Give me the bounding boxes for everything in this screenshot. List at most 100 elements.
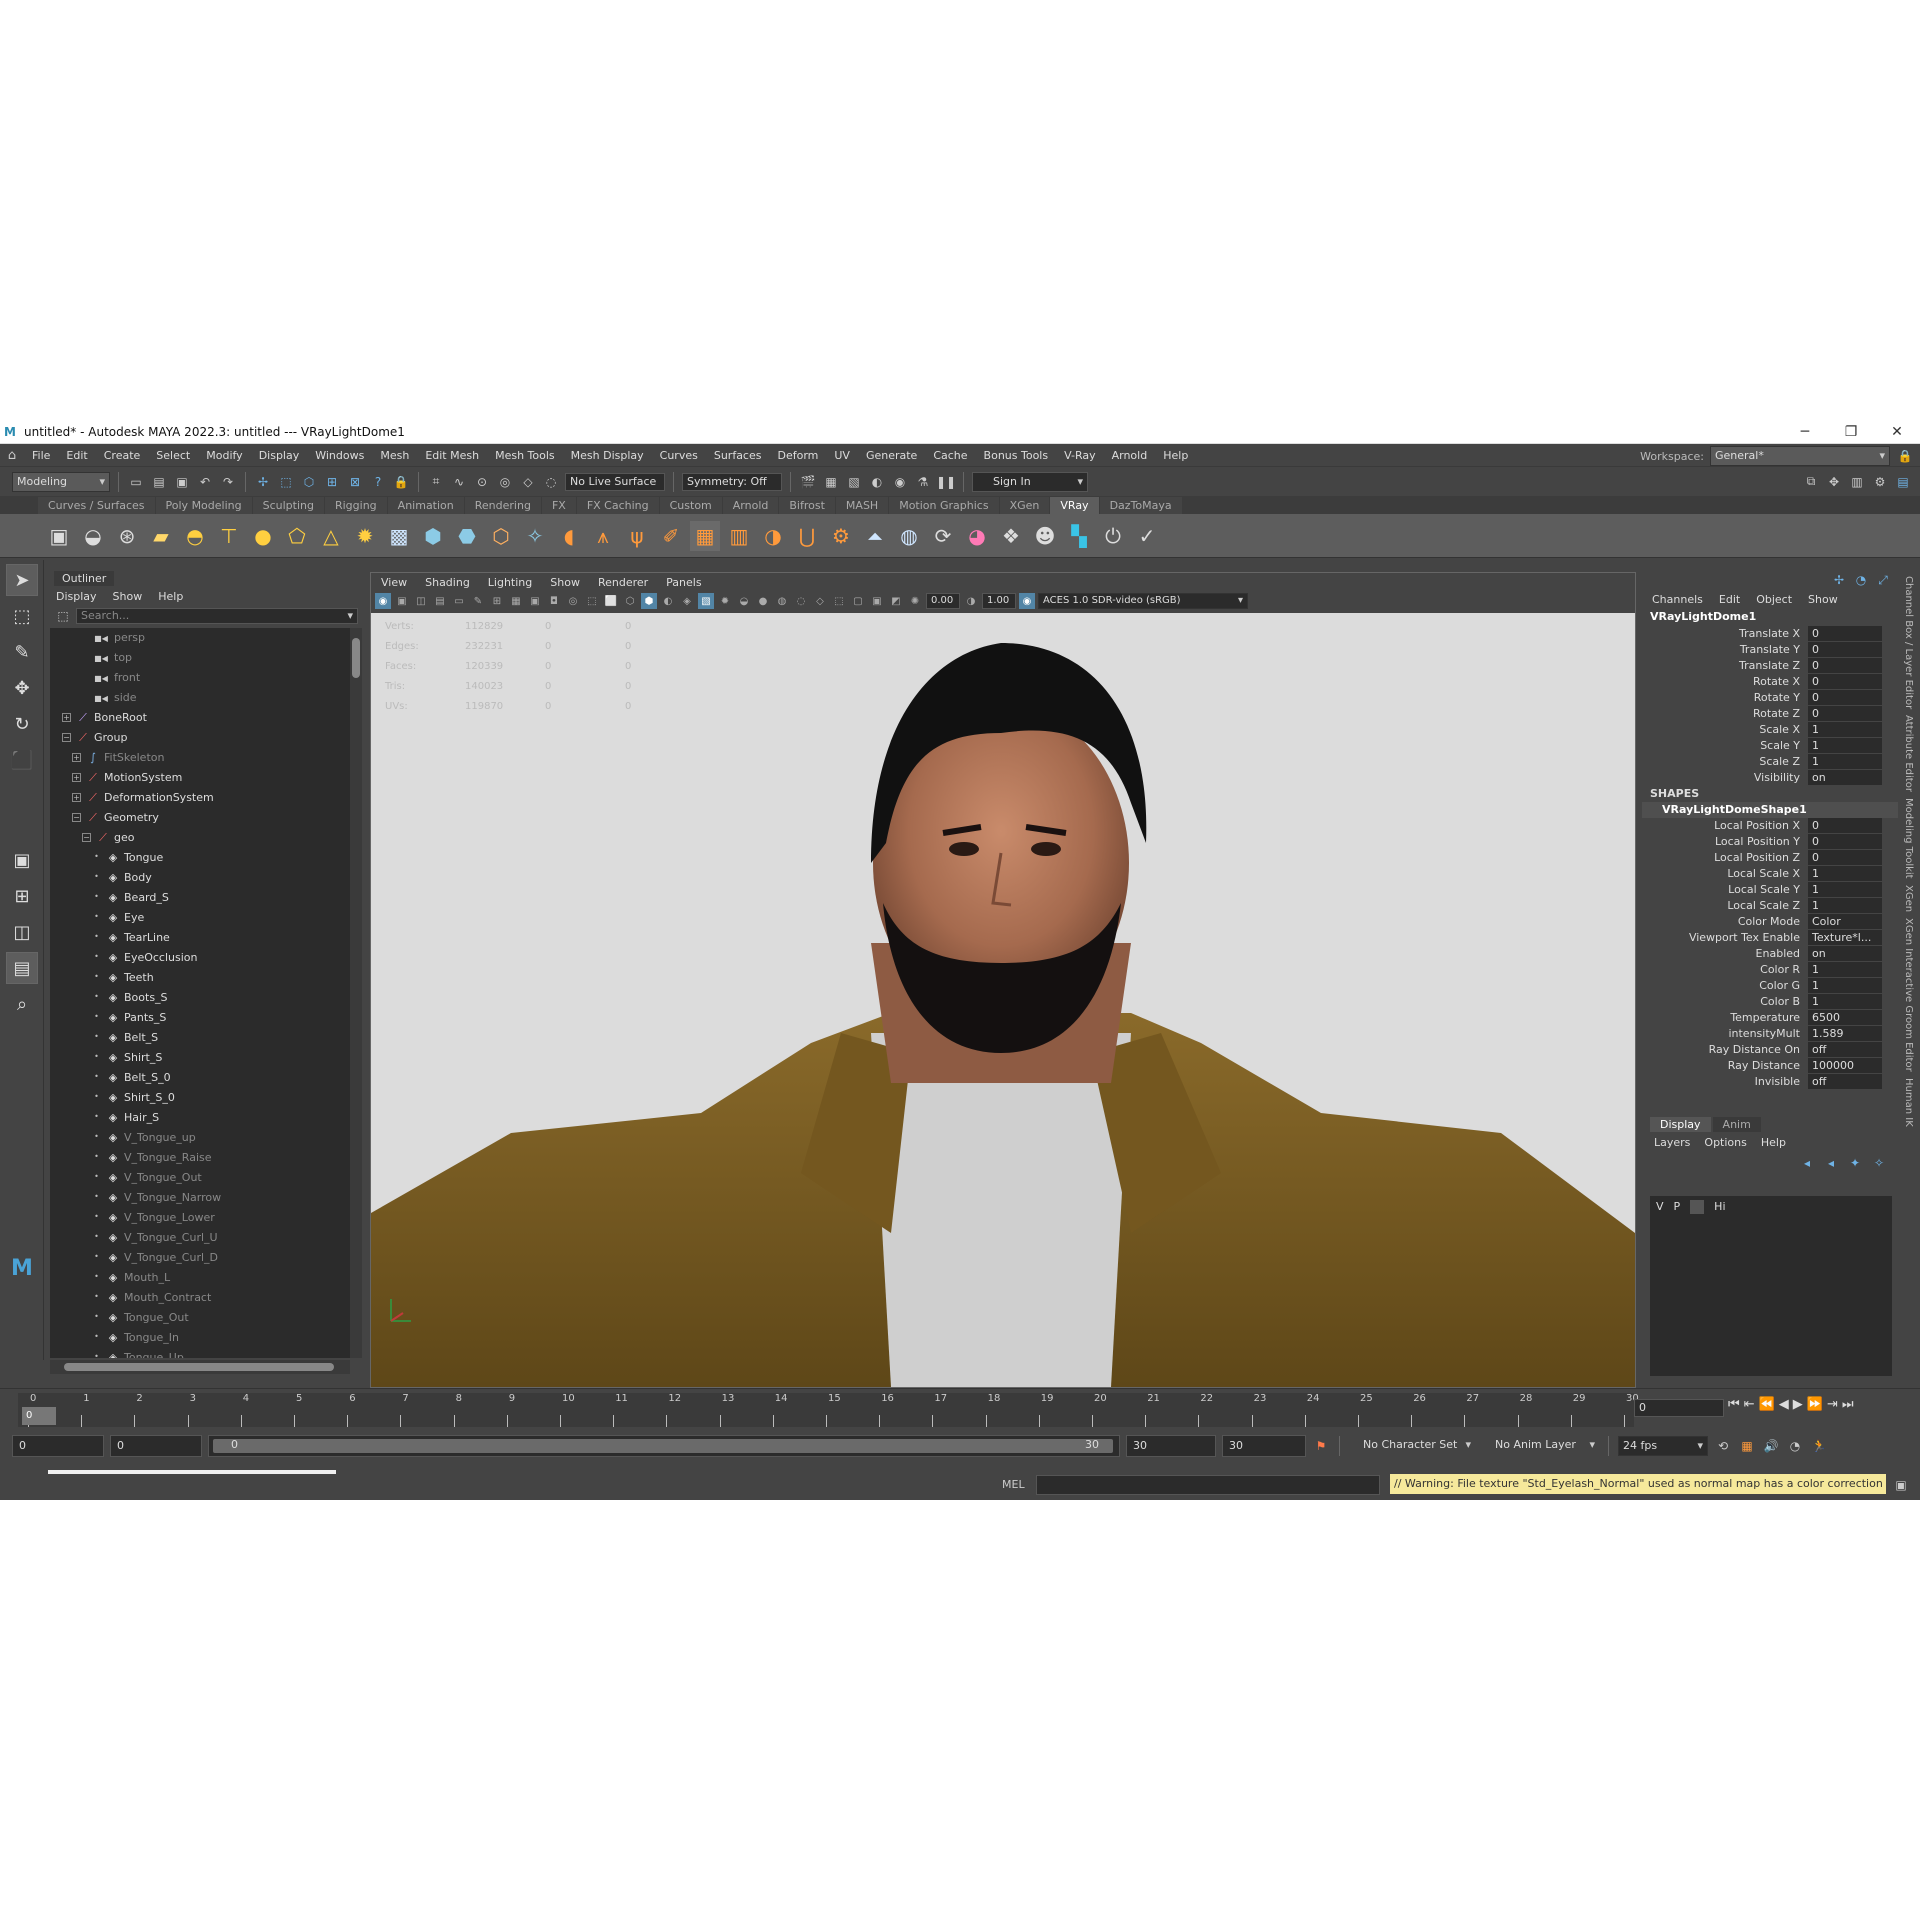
time-slider-track[interactable]: 0 1 2 3 4 5 6 7 8 9 10 11 12 13 14 15 16 17 18 19 20 21 22 23 24… <box>18 1393 1639 1427</box>
shelf-tab-fx-caching[interactable]: FX Caching <box>576 497 659 514</box>
shadows-icon[interactable]: ◒ <box>736 593 752 609</box>
render-frame-icon[interactable]: 🎬 <box>799 473 817 491</box>
live-surface-field[interactable]: No Live Surface <box>565 472 665 491</box>
viewport-menu-lighting[interactable]: Lighting <box>488 576 532 589</box>
attribute-name[interactable]: Color G <box>1642 978 1808 994</box>
side-tab-attribute-editor[interactable]: Attribute Editor <box>1903 715 1914 792</box>
step-forward-key-icon[interactable]: ⇥ <box>1827 1397 1838 1412</box>
move-tool-icon[interactable]: ✥ <box>6 672 38 704</box>
xray-icon[interactable]: ▢ <box>850 593 866 609</box>
view-transform-dropdown[interactable]: ACES 1.0 SDR-video (sRGB) <box>1038 593 1248 609</box>
textured-icon[interactable]: ▧ <box>698 593 714 609</box>
go-to-end-icon[interactable]: ⏭ <box>1842 1397 1854 1412</box>
gamma-icon[interactable]: ◑ <box>963 593 979 609</box>
dome-light-icon[interactable]: ◓ <box>180 521 210 551</box>
xray-joints-icon[interactable]: ◩ <box>888 593 904 609</box>
select-hierarchy-icon[interactable]: ✢ <box>254 473 272 491</box>
playback-start-field[interactable]: 0 <box>110 1435 202 1457</box>
expand-toggle-icon[interactable]: • <box>92 1093 101 1102</box>
outliner-item[interactable]: • ◈ Boots_S <box>50 988 350 1008</box>
vray-mesh-icon[interactable]: ⬣ <box>452 521 482 551</box>
menu-help[interactable]: Help <box>1155 449 1196 462</box>
side-tab-xgen[interactable]: XGen <box>1903 885 1914 912</box>
anti-aliasing-icon[interactable]: ◌ <box>793 593 809 609</box>
expand-toggle-icon[interactable]: • <box>92 1173 101 1182</box>
side-tab-human-ik[interactable]: Human IK <box>1903 1078 1914 1127</box>
single-pane-icon[interactable]: ▣ <box>6 844 38 876</box>
expand-toggle-icon[interactable]: • <box>92 973 101 982</box>
mask-icon[interactable]: ⊠ <box>346 473 364 491</box>
image-plane-icon[interactable]: ▤ <box>432 593 448 609</box>
attribute-row[interactable]: Scale Z1 <box>1642 754 1898 770</box>
attribute-row[interactable]: Rotate Z0 <box>1642 706 1898 722</box>
snap-point-icon[interactable]: ⊙ <box>473 473 491 491</box>
film-gate-icon[interactable]: ▦ <box>508 593 524 609</box>
expand-toggle-icon[interactable]: • <box>92 893 101 902</box>
attribute-value[interactable]: 0 <box>1808 706 1882 721</box>
lasso-tool-icon[interactable]: ⬚ <box>6 600 38 632</box>
layer-visibility-toggle[interactable]: V <box>1656 1200 1664 1214</box>
outliner-item[interactable]: • ◈ V_Tongue_up <box>50 1128 350 1148</box>
animation-end-field[interactable]: 30 <box>1222 1435 1306 1457</box>
layer-menu-layers[interactable]: Layers <box>1654 1136 1690 1149</box>
outliner-menu-display[interactable]: Display <box>56 590 97 603</box>
scroll-thumb[interactable] <box>64 1363 334 1371</box>
step-forward-frame-icon[interactable]: ⏩ <box>1807 1397 1823 1412</box>
attribute-name[interactable]: Translate Y <box>1642 642 1808 658</box>
rect-light-icon[interactable]: ▩ <box>384 521 414 551</box>
command-input[interactable] <box>1036 1475 1380 1495</box>
run-icon[interactable]: 🏃 <box>1810 1437 1828 1455</box>
ipr-render-icon[interactable]: ▦ <box>822 473 840 491</box>
select-component-icon[interactable]: ⬡ <box>300 473 318 491</box>
exposure-icon[interactable]: ✺ <box>907 593 923 609</box>
attribute-name[interactable]: Color R <box>1642 962 1808 978</box>
modeling-toolkit-icon[interactable]: ⧉ <box>1802 473 1820 491</box>
range-track[interactable]: 0 30 <box>208 1435 1120 1457</box>
attribute-value[interactable]: 1 <box>1808 994 1882 1009</box>
step-back-frame-icon[interactable]: ⏪ <box>1759 1397 1775 1412</box>
attribute-name[interactable]: Ray Distance On <box>1642 1042 1808 1058</box>
snap-grid-icon[interactable]: ⌗ <box>427 473 445 491</box>
gate-mask-icon[interactable]: ◘ <box>546 593 562 609</box>
screen-space-ao-icon[interactable]: ● <box>755 593 771 609</box>
new-layer-selected-icon[interactable]: ✧ <box>1870 1154 1888 1172</box>
bookmark-icon[interactable]: ◫ <box>413 593 429 609</box>
shelf-tab-poly-modeling[interactable]: Poly Modeling <box>155 497 252 514</box>
vray-plugin-icon[interactable]: ⏻ <box>1098 521 1128 551</box>
fps-dropdown[interactable]: 24 fps <box>1618 1436 1708 1456</box>
attribute-name[interactable]: Ray Distance <box>1642 1058 1808 1074</box>
shelf-tab-rendering[interactable]: Rendering <box>464 497 541 514</box>
shelf-tab-vray[interactable]: VRay <box>1050 497 1099 514</box>
shelf-tab-arnold[interactable]: Arnold <box>722 497 779 514</box>
outliner-menu-help[interactable]: Help <box>158 590 183 603</box>
menu-generate[interactable]: Generate <box>858 449 925 462</box>
layer-color-swatch[interactable] <box>1690 1200 1705 1214</box>
layer-playback-toggle[interactable]: P <box>1674 1200 1681 1214</box>
attribute-row[interactable]: Translate Z0 <box>1642 658 1898 674</box>
outliner-item[interactable]: • ◈ Teeth <box>50 968 350 988</box>
attribute-name[interactable]: Local Scale Y <box>1642 882 1808 898</box>
attribute-row[interactable]: Scale X1 <box>1642 722 1898 738</box>
smooth-shade-icon[interactable]: ⬢ <box>641 593 657 609</box>
minimize-button[interactable]: ─ <box>1782 420 1828 444</box>
menu-surfaces[interactable]: Surfaces <box>706 449 770 462</box>
outliner-item[interactable]: − ⟋ geo <box>50 828 350 848</box>
attribute-row[interactable]: intensityMult 1.589 <box>1642 1026 1898 1042</box>
outliner-item[interactable]: • ◈ V_Tongue_Out <box>50 1168 350 1188</box>
outliner-item[interactable]: − ⟋ Group <box>50 728 350 748</box>
layer-row[interactable]: V P Hi <box>1650 1196 1892 1218</box>
attribute-name[interactable]: Scale Z <box>1642 754 1808 770</box>
attribute-row[interactable]: Temperature 6500 <box>1642 1010 1898 1026</box>
outliner-item[interactable]: • ◈ Tongue_Out <box>50 1308 350 1328</box>
character-controls-icon[interactable]: ✥ <box>1825 473 1843 491</box>
redo-icon[interactable]: ↷ <box>219 473 237 491</box>
expand-toggle-icon[interactable]: + <box>72 793 81 802</box>
attribute-row[interactable]: Local Position X0 <box>1642 818 1898 834</box>
ies-light-icon[interactable]: △ <box>316 521 346 551</box>
attribute-name[interactable]: Rotate X <box>1642 674 1808 690</box>
attribute-value[interactable]: 0 <box>1808 674 1882 689</box>
attribute-value[interactable]: 1 <box>1808 754 1882 769</box>
outliner-item[interactable]: • ◈ Belt_S <box>50 1028 350 1048</box>
pause-icon[interactable]: ❚❚ <box>936 473 956 491</box>
home-icon[interactable]: ⌂ <box>0 448 24 463</box>
